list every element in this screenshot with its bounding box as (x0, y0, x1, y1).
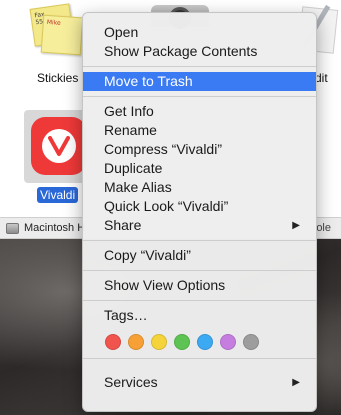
menu-item-open[interactable]: Open (83, 23, 316, 42)
menu-item-quick-look[interactable]: Quick Look “Vivaldi” (83, 197, 316, 216)
menu-separator (83, 300, 316, 301)
menu-item-share-label: Share (104, 217, 142, 233)
stickies-app-icon[interactable]: Fax 555-7361 Mike (28, 2, 86, 58)
tag-gray-dot[interactable] (243, 334, 259, 350)
submenu-arrow-icon: ▶ (292, 377, 300, 388)
menu-item-share[interactable]: Share ▶ (83, 216, 316, 235)
menu-item-copy[interactable]: Copy “Vivaldi” (83, 246, 316, 265)
menu-separator (83, 270, 316, 271)
menu-item-services-label: Services (104, 374, 158, 390)
vivaldi-v-icon (47, 136, 70, 156)
tag-green-dot[interactable] (174, 334, 190, 350)
menu-item-show-package-contents[interactable]: Show Package Contents (83, 42, 316, 61)
context-menu: Open Show Package Contents Move to Trash… (82, 12, 317, 412)
menu-item-tags[interactable]: Tags… (83, 306, 316, 325)
menu-separator (83, 240, 316, 241)
vivaldi-label[interactable]: Vivaldi (37, 187, 79, 203)
menu-item-duplicate[interactable]: Duplicate (83, 159, 316, 178)
sticky-scribble-3: Mike (46, 18, 61, 27)
tag-red-dot[interactable] (105, 334, 121, 350)
path-bar-right-text: ole (316, 222, 331, 234)
vivaldi-app-icon (31, 117, 86, 175)
submenu-arrow-icon: ▶ (292, 220, 300, 231)
tag-purple-dot[interactable] (220, 334, 236, 350)
menu-item-make-alias[interactable]: Make Alias (83, 178, 316, 197)
menu-item-show-view-options[interactable]: Show View Options (83, 276, 316, 295)
path-bar-disk-label[interactable]: Macintosh H (24, 222, 85, 234)
menu-separator (83, 96, 316, 97)
sticky-note-icon: Mike (40, 14, 84, 56)
menu-item-rename[interactable]: Rename (83, 121, 316, 140)
tag-blue-dot[interactable] (197, 334, 213, 350)
vivaldi-logo-icon (41, 129, 76, 163)
menu-item-services[interactable]: Services ▶ (83, 373, 316, 392)
menu-separator (83, 66, 316, 67)
tag-yellow-dot[interactable] (151, 334, 167, 350)
menu-item-move-to-trash[interactable]: Move to Trash (83, 72, 316, 91)
hard-disk-icon (6, 222, 19, 234)
stickies-label[interactable]: Stickies (37, 71, 78, 85)
menu-item-compress[interactable]: Compress “Vivaldi” (83, 140, 316, 159)
tag-color-row (83, 334, 316, 350)
menu-item-get-info[interactable]: Get Info (83, 102, 316, 121)
menu-separator (83, 358, 316, 359)
tag-orange-dot[interactable] (128, 334, 144, 350)
